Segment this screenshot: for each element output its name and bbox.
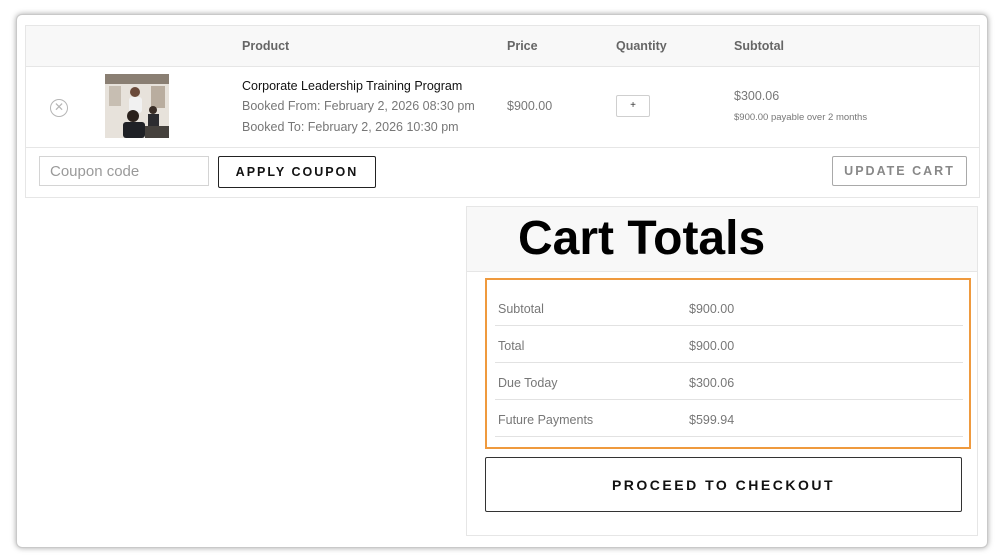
booked-to: Booked To: February 2, 2026 10:30 pm bbox=[242, 120, 459, 134]
cart-totals-header: Cart Totals bbox=[467, 207, 977, 272]
header-product: Product bbox=[242, 39, 290, 53]
cart-totals-panel: Cart Totals Subtotal $900.00 Total $900.… bbox=[466, 206, 978, 536]
cart-page: Product Price Quantity Subtotal ✕ Corpor… bbox=[16, 14, 988, 548]
update-cart-button[interactable]: UPDATE CART bbox=[832, 156, 967, 186]
totals-row-subtotal: Subtotal $900.00 bbox=[495, 288, 963, 326]
totals-label: Total bbox=[498, 339, 525, 353]
totals-value: $900.00 bbox=[689, 339, 735, 353]
cart-totals-title: Cart Totals bbox=[518, 212, 766, 265]
cart-actions: APPLY COUPON UPDATE CART bbox=[26, 148, 979, 197]
totals-value: $900.00 bbox=[689, 302, 735, 316]
totals-row-due-today: Due Today $300.06 bbox=[495, 362, 963, 400]
totals-value: $300.06 bbox=[689, 376, 735, 390]
totals-value: $599.94 bbox=[689, 413, 735, 427]
item-subtotal: $300.06 bbox=[734, 89, 780, 103]
remove-item-icon[interactable]: ✕ bbox=[50, 99, 68, 117]
payment-plan-note: $900.00 payable over 2 months bbox=[734, 112, 868, 123]
header-price: Price bbox=[507, 39, 538, 53]
quantity-stepper[interactable]: + bbox=[616, 95, 650, 117]
totals-row-future-payments: Future Payments $599.94 bbox=[495, 399, 963, 437]
coupon-code-input[interactable] bbox=[39, 156, 209, 186]
item-price: $900.00 bbox=[507, 99, 553, 113]
cart-totals-table: Subtotal $900.00 Total $900.00 Due Today… bbox=[485, 278, 971, 449]
header-subtotal: Subtotal bbox=[734, 39, 784, 53]
cart-item-row: ✕ Corporate Leadership Training Program bbox=[26, 67, 979, 148]
totals-label: Future Payments bbox=[498, 413, 594, 427]
proceed-to-checkout-button[interactable]: PROCEED TO CHECKOUT bbox=[485, 457, 962, 512]
header-quantity: Quantity bbox=[616, 39, 667, 53]
cart-table-header: Product Price Quantity Subtotal bbox=[26, 26, 979, 67]
totals-label: Subtotal bbox=[498, 302, 544, 316]
booked-from: Booked From: February 2, 2026 08:30 pm bbox=[242, 99, 475, 113]
totals-row-total: Total $900.00 bbox=[495, 325, 963, 363]
totals-label: Due Today bbox=[498, 376, 558, 390]
apply-coupon-button[interactable]: APPLY COUPON bbox=[218, 156, 376, 188]
product-image bbox=[105, 74, 169, 138]
product-name[interactable]: Corporate Leadership Training Program bbox=[242, 79, 462, 93]
cart-table: Product Price Quantity Subtotal ✕ Corpor… bbox=[25, 25, 980, 198]
product-thumbnail[interactable] bbox=[105, 74, 169, 138]
